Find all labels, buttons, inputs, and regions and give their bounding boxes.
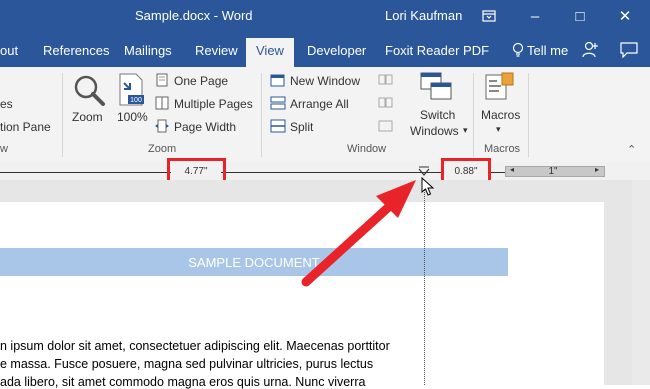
document-title: Sample.docx - Word [135,8,253,23]
group-separator [528,73,529,157]
ruler-arrow-left-icon: ◂ [510,165,515,174]
document-heading[interactable]: SAMPLE DOCUMENT [0,248,508,276]
group-separator [62,73,63,157]
hundred-percent-button[interactable]: 100% [117,110,148,124]
ribbon-view: es tion Pane w Zoom 100 100% One Page Mu… [0,67,650,163]
switch-windows-label-2[interactable]: Windows [410,124,459,138]
split-icon [270,119,286,133]
tab-view[interactable]: View [246,38,294,67]
multiple-pages-icon [155,96,169,110]
hundred-percent-icon[interactable]: 100 [118,73,146,107]
group-label-show-partial: w [0,143,8,155]
group-label-window: Window [347,143,387,155]
share-user-icon[interactable] [582,41,598,64]
chevron-down-icon[interactable]: ▾ [496,124,501,135]
window-small-icons [378,74,394,134]
macros-icon[interactable] [485,72,515,102]
zoom-button[interactable]: Zoom [72,110,103,124]
navigation-pane-partial[interactable]: tion Pane [0,120,51,134]
tab-references[interactable]: References [43,43,109,58]
tab-review[interactable]: Review [195,43,238,58]
macros-button[interactable]: Macros [481,108,520,122]
one-page-button[interactable]: One Page [174,74,228,88]
page-width-button[interactable]: Page Width [174,120,236,134]
switch-windows-icon[interactable] [420,72,454,102]
tab-developer[interactable]: Developer [307,43,366,58]
multiple-pages-button[interactable]: Multiple Pages [174,97,253,111]
maximize-button[interactable]: □ [565,4,595,28]
ribbon-display-options-button[interactable] [474,4,504,28]
switch-windows-label-1[interactable]: Switch [420,108,455,122]
chevron-down-icon[interactable]: ▾ [463,125,468,136]
tell-me-search[interactable]: Tell me [527,43,568,58]
title-bar: Sample.docx - Word Lori Kaufman – □ ✕ [0,0,650,34]
arrange-all-button[interactable]: Arrange All [290,97,349,111]
ribbon-display-icon [482,10,496,22]
new-window-button[interactable]: New Window [290,74,360,88]
comment-icon[interactable] [620,42,638,63]
vertical-scrollbar[interactable] [632,180,650,385]
body-text-line[interactable]: ada libero, sit amet commodo magna eros … [0,375,365,389]
tab-layout[interactable]: out [0,43,18,58]
close-button[interactable]: ✕ [610,4,640,28]
ruler-arrow-right-icon: ▸ [595,165,600,174]
one-page-icon [155,73,169,87]
annotation-arrow-icon [301,180,416,287]
zoom-icon[interactable] [72,73,106,107]
collapse-ribbon-icon[interactable]: ⌃ [627,143,636,156]
group-label-zoom: Zoom [148,143,177,155]
tab-mailings[interactable]: Mailings [124,43,172,58]
user-name[interactable]: Lori Kaufman [385,8,462,23]
group-label-macros: Macros [484,143,521,155]
group-separator [261,73,262,157]
svg-text:100: 100 [130,97,142,104]
ribbon-tab-bar: out References Mailings Review View Deve… [0,34,650,67]
arrange-all-icon [270,96,286,110]
body-text-line[interactable]: n ipsum dolor sit amet, consectetuer adi… [0,339,390,353]
tab-foxit-reader-pdf[interactable]: Foxit Reader PDF [385,43,489,58]
ruler-inch-mark: 1" [548,166,558,177]
ribbon-partial-text[interactable]: es [0,97,13,111]
new-window-icon [270,73,286,87]
page-width-icon [155,119,169,133]
body-text-line[interactable]: e massa. Fusce posuere, magna sed pulvin… [0,357,373,371]
lightbulb-icon [512,42,524,63]
minimize-button[interactable]: – [520,4,550,28]
split-button[interactable]: Split [290,120,313,134]
group-separator [473,73,474,157]
